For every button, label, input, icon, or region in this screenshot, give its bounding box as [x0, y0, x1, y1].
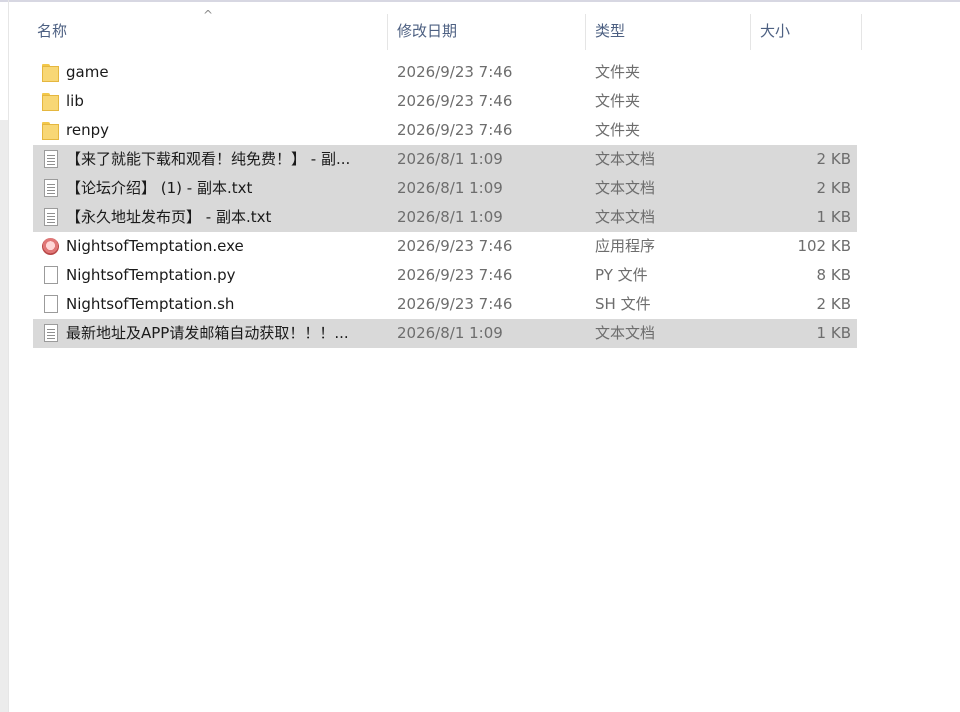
file-row[interactable]: NightsofTemptation.sh 2026/9/23 7:46 SH 文件…: [33, 290, 857, 319]
file-type: 文件夹: [595, 92, 641, 110]
file-date-modified: 2026/8/1 1:09: [397, 179, 503, 197]
file-type: 文件夹: [595, 121, 641, 139]
column-divider[interactable]: [861, 14, 862, 50]
window-top-border: [0, 0, 960, 2]
file-row[interactable]: lib 2026/9/23 7:46 文件夹: [33, 87, 857, 116]
file-size: 102 KB: [797, 237, 851, 255]
file-row[interactable]: 【论坛介绍】 (1) - 副本.txt 2026/8/1 1:09 文本文档 2 KB: [33, 174, 857, 203]
file-type: 应用程序: [595, 237, 656, 255]
file-list: game 2026/9/23 7:46 文件夹 lib 2026/9/23 7:46 文件…: [33, 58, 857, 348]
column-header-name[interactable]: 名称 ^: [28, 8, 388, 50]
file-size: 1 KB: [816, 324, 851, 342]
file-size: [733, 87, 851, 116]
sort-ascending-icon: ^: [203, 8, 214, 22]
file-date-modified: 2026/9/23 7:46: [397, 121, 513, 139]
folder-icon: [41, 91, 59, 111]
text-document-icon: [41, 207, 59, 227]
file-date-modified: 2026/9/23 7:46: [397, 237, 513, 255]
file-type: SH 文件: [595, 295, 651, 313]
column-header-date[interactable]: 修改日期: [388, 12, 586, 50]
file-size: 2 KB: [816, 150, 851, 168]
file-date-modified: 2026/9/23 7:46: [397, 63, 513, 81]
folder-icon: [41, 62, 59, 82]
file-size: 2 KB: [816, 295, 851, 313]
file-size: [733, 58, 851, 87]
file-row[interactable]: 最新地址及APP请发邮箱自动获取！！！... 2026/8/1 1:09 文本文档 1…: [33, 319, 857, 348]
file-date-modified: 2026/8/1 1:09: [397, 324, 503, 342]
file-name: 最新地址及APP请发邮箱自动获取！！！...: [66, 324, 349, 342]
file-name: renpy: [66, 121, 109, 139]
file-type: 文件夹: [595, 63, 641, 81]
file-date-modified: 2026/9/23 7:46: [397, 266, 513, 284]
pane-divider: [8, 0, 9, 712]
file-name: lib: [66, 92, 84, 110]
file-size: 8 KB: [816, 266, 851, 284]
text-document-icon: [41, 178, 59, 198]
text-document-icon: [41, 149, 59, 169]
folder-icon: [41, 120, 59, 140]
text-document-icon: [41, 323, 59, 343]
file-date-modified: 2026/9/23 7:46: [397, 92, 513, 110]
file-size: 1 KB: [816, 208, 851, 226]
file-row[interactable]: 【来了就能下载和观看！纯免费！】 - 副... 2026/8/1 1:09 文本文档…: [33, 145, 857, 174]
application-icon: [41, 236, 59, 256]
file-name: game: [66, 63, 109, 81]
column-header-bar: 名称 ^ 修改日期 类型 大小: [28, 8, 868, 50]
file-name: 【来了就能下载和观看！纯免费！】 - 副...: [66, 150, 351, 168]
file-name: 【永久地址发布页】 - 副本.txt: [66, 208, 272, 226]
file-icon: [41, 265, 59, 285]
file-type: 文本文档: [595, 324, 656, 342]
column-header-name-label: 名称: [37, 22, 68, 40]
file-size: 2 KB: [816, 179, 851, 197]
file-date-modified: 2026/8/1 1:09: [397, 208, 503, 226]
navigation-pane-scrollbar[interactable]: [0, 120, 8, 712]
file-date-modified: 2026/8/1 1:09: [397, 150, 503, 168]
file-date-modified: 2026/9/23 7:46: [397, 295, 513, 313]
file-type: 文本文档: [595, 179, 656, 197]
file-size: [733, 116, 851, 145]
file-type: 文本文档: [595, 208, 656, 226]
file-icon: [41, 294, 59, 314]
file-type: PY 文件: [595, 266, 648, 284]
file-name: NightsofTemptation.sh: [66, 295, 235, 313]
column-header-size[interactable]: 大小: [751, 12, 861, 50]
file-type: 文本文档: [595, 150, 656, 168]
file-name: 【论坛介绍】 (1) - 副本.txt: [66, 179, 253, 197]
file-row[interactable]: NightsofTemptation.py 2026/9/23 7:46 PY 文件…: [33, 261, 857, 290]
file-row[interactable]: game 2026/9/23 7:46 文件夹: [33, 58, 857, 87]
file-row[interactable]: 【永久地址发布页】 - 副本.txt 2026/8/1 1:09 文本文档 1 KB: [33, 203, 857, 232]
column-header-type[interactable]: 类型: [586, 12, 750, 50]
file-name: NightsofTemptation.py: [66, 266, 236, 284]
file-name: NightsofTemptation.exe: [66, 237, 244, 255]
file-row[interactable]: NightsofTemptation.exe 2026/9/23 7:46 应用程序…: [33, 232, 857, 261]
file-row[interactable]: renpy 2026/9/23 7:46 文件夹: [33, 116, 857, 145]
